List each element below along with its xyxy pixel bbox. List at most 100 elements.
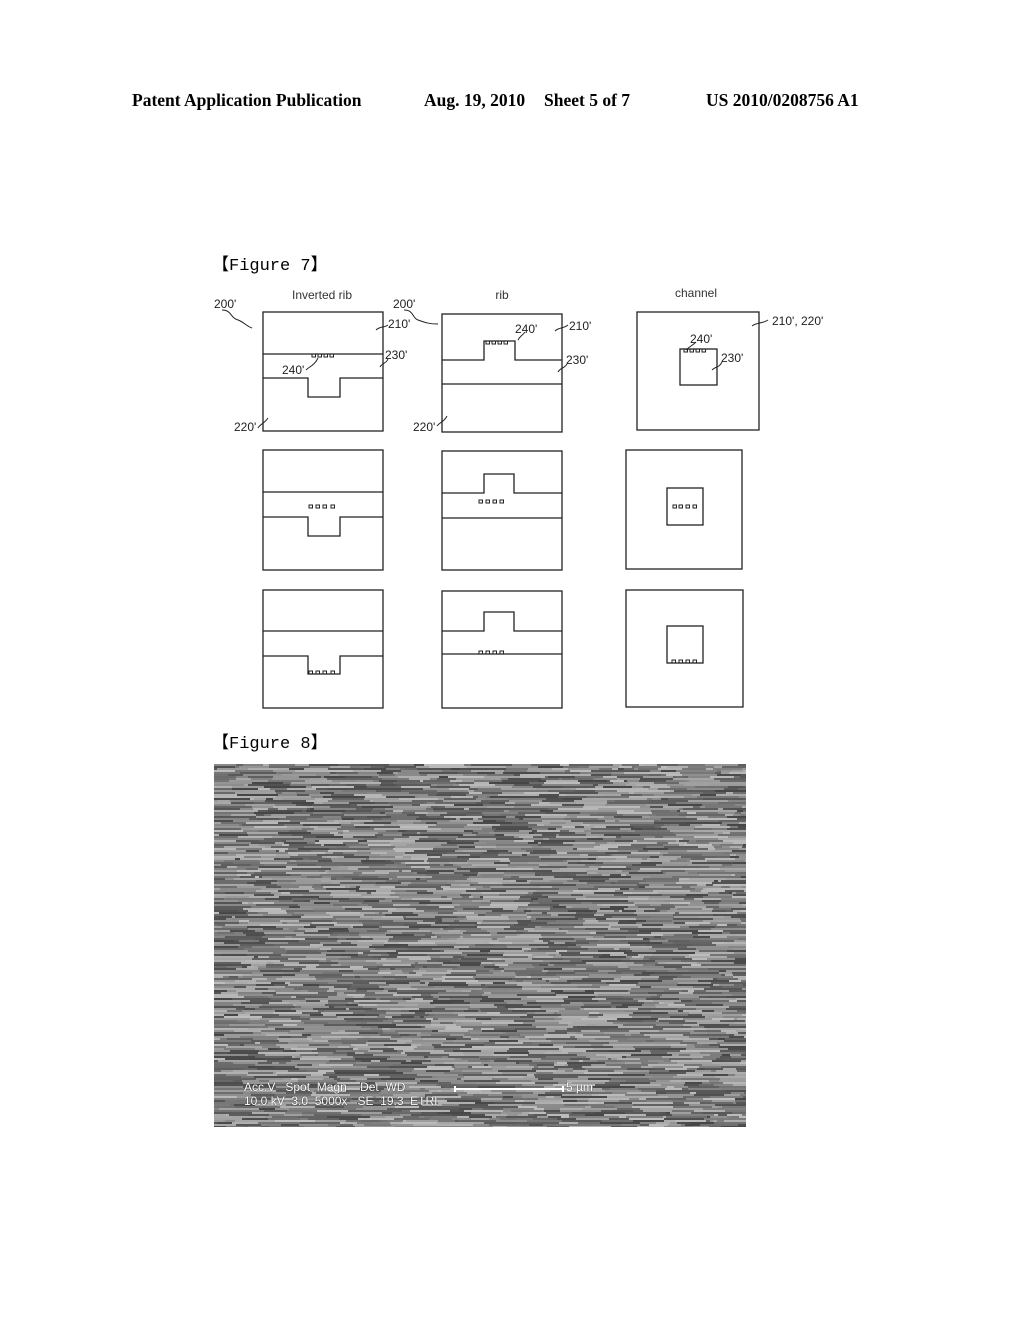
sem-texture-streak [336,772,358,774]
sem-texture-streak [243,764,263,766]
sem-texture-streak [383,1032,398,1034]
sem-texture-streak [601,980,620,982]
sem-texture-streak [537,1116,548,1118]
sem-texture-streak [720,1050,746,1052]
sem-texture-streak [534,928,559,930]
sem-texture-streak [707,958,735,960]
sem-texture-streak [564,1104,588,1106]
sem-texture-streak [238,900,279,902]
sem-texture-streak [333,932,359,934]
sem-texture-streak [415,812,428,814]
sem-texture-streak [465,1044,484,1046]
sem-texture-streak [249,1022,266,1024]
sem-texture-streak [449,938,457,940]
sem-texture-streak [482,792,502,794]
sem-texture-streak [224,1034,261,1036]
sem-texture-streak [551,914,558,916]
sem-texture-streak [491,934,517,936]
sem-texture-streak [620,778,640,780]
sem-texture-streak [589,1012,599,1014]
sem-texture-streak [227,1010,242,1012]
sem-texture-streak [366,1042,405,1044]
sem-texture-streak [535,1102,561,1104]
sem-texture-streak [727,816,745,818]
sem-texture-streak [331,948,335,950]
sem-texture-streak [403,810,434,812]
sem-texture-streak [661,1084,684,1086]
sem-texture-streak [249,844,259,846]
sem-texture-streak [285,986,319,988]
sem-texture-streak [530,918,536,920]
sem-texture-streak [255,1056,284,1058]
sem-texture-streak [627,1092,656,1094]
sem-texture-streak [491,1066,506,1068]
sem-texture-streak [721,1066,746,1068]
sem-texture-streak [319,984,352,986]
sem-texture-streak [556,850,597,852]
sem-texture-streak [568,862,577,864]
sem-texture-streak [418,796,451,798]
sem-texture-streak [240,876,255,878]
sem-texture-streak [655,836,663,838]
sem-texture-streak [473,796,478,798]
sem-texture-streak [214,914,248,916]
sem-texture-streak [341,954,358,956]
sem-texture-streak [239,824,242,826]
sem-texture-streak [506,1066,534,1068]
sem-texture-streak [502,780,538,782]
sem-texture-streak [214,904,256,906]
sem-texture-streak [214,890,256,892]
sem-texture-streak [466,890,475,892]
sem-texture-streak [722,1106,746,1108]
sem-texture-streak [443,962,481,964]
sem-texture-streak [521,998,563,1000]
sem-texture-streak [729,1006,746,1008]
sem-texture-streak [496,828,532,830]
sem-texture-streak [642,1096,668,1098]
sem-texture-streak [461,892,481,894]
sem-texture-streak [312,1038,341,1040]
sem-texture-streak [286,1062,326,1064]
sem-texture-streak [273,962,299,964]
sem-texture-streak [559,978,573,980]
sem-texture-streak [649,800,688,802]
sem-texture-streak [492,1068,532,1070]
sem-texture-streak [509,918,530,920]
sem-texture-streak [525,1036,540,1038]
sem-texture-streak [481,800,509,802]
sem-texture-streak [695,888,703,890]
sem-texture-streak [634,974,650,976]
sem-texture-streak [245,1126,248,1127]
sem-texture-streak [276,854,291,856]
sem-texture-streak [496,1026,536,1028]
channel-core [666,487,704,526]
sem-texture-streak [514,900,533,902]
sem-texture-streak [515,976,527,978]
sem-texture-streak [527,880,531,882]
sem-texture-streak [670,790,674,792]
sem-texture-streak [307,1038,312,1040]
sem-texture-streak [536,1026,573,1028]
sem-texture-streak [398,952,440,954]
sem-texture-streak [515,1100,519,1102]
sem-texture-streak [379,900,392,902]
sem-texture-streak [416,818,456,820]
sem-texture-streak [563,798,582,800]
sem-texture-streak [217,1096,237,1098]
sem-texture-streak [658,788,661,790]
sem-texture-streak [295,1066,331,1068]
sem-texture-streak [432,948,459,950]
sem-texture-streak [637,914,673,916]
sem-texture-streak [611,1044,643,1046]
sem-texture-streak [719,1080,746,1082]
sem-texture-streak [628,1006,656,1008]
sem-texture-streak [387,1120,403,1122]
sem-texture-streak [458,958,461,960]
sem-texture-streak [605,804,646,806]
sem-texture-streak [566,906,572,908]
sem-texture-streak [256,980,295,982]
sem-texture-streak [456,818,460,820]
sem-texture-streak [240,1044,244,1046]
sem-texture-streak [745,1020,746,1022]
sem-texture-streak [264,1060,267,1062]
